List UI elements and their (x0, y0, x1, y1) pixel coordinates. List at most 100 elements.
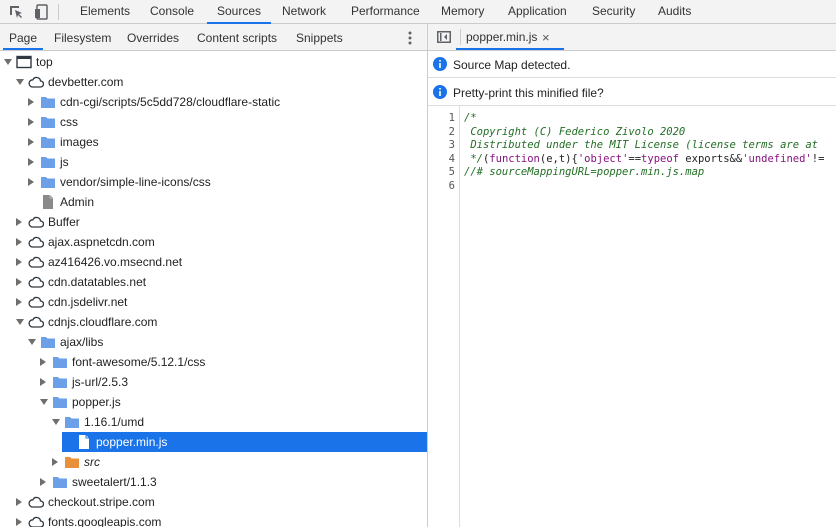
tree-item[interactable]: ajax.aspnetcdn.com (0, 232, 427, 252)
tree-item[interactable]: Buffer (0, 212, 427, 232)
pretty-print-infobar[interactable]: Pretty-print this minified file? (428, 79, 836, 106)
tab-sources[interactable]: Sources (206, 0, 272, 24)
tree-item-label: font-awesome/5.12.1/css (72, 355, 206, 369)
tab-elements[interactable]: Elements (80, 0, 130, 23)
collapse-triangle-icon[interactable] (16, 498, 22, 506)
tree-item-label: devbetter.com (48, 75, 124, 89)
tree-item[interactable]: checkout.stripe.com (0, 492, 427, 512)
folder-icon (52, 474, 68, 490)
editor-tab-separator (460, 29, 461, 45)
tab-application[interactable]: Application (508, 0, 567, 23)
tree-item[interactable]: az416426.vo.msecnd.net (0, 252, 427, 272)
folder-icon (40, 114, 56, 130)
tree-item-label: src (84, 455, 100, 469)
collapse-triangle-icon[interactable] (40, 378, 46, 386)
tree-item[interactable]: cdn-cgi/scripts/5c5dd728/cloudflare-stat… (0, 92, 427, 112)
collapse-triangle-icon[interactable] (28, 138, 34, 146)
tree-item[interactable]: top (0, 52, 427, 72)
expand-triangle-icon[interactable] (52, 419, 60, 425)
folder-orange-icon (64, 454, 80, 470)
tab-audits[interactable]: Audits (658, 0, 691, 23)
cloud-icon (28, 294, 45, 310)
tree-item-label: js (60, 155, 69, 169)
folder-icon (40, 154, 56, 170)
file-tab-label: popper.min.js (466, 30, 538, 44)
tree-item-label: popper.js (72, 395, 121, 409)
cloud-icon (28, 254, 45, 270)
cloud-icon (28, 494, 45, 510)
expand-triangle-icon[interactable] (40, 399, 48, 405)
tab-memory[interactable]: Memory (441, 0, 484, 23)
device-toolbar-icon[interactable] (34, 4, 50, 20)
line-number: 2 (448, 125, 455, 138)
collapse-triangle-icon[interactable] (16, 278, 22, 286)
tab-performance[interactable]: Performance (351, 0, 420, 23)
tree-item[interactable]: sweetalert/1.1.3 (0, 472, 427, 492)
collapse-triangle-icon[interactable] (28, 178, 34, 186)
toggle-navigator-icon[interactable] (437, 31, 451, 43)
collapse-triangle-icon[interactable] (16, 218, 22, 226)
code-editor[interactable]: 123456 /* Copyright (C) Federico Zivolo … (428, 106, 836, 527)
expand-triangle-icon[interactable] (4, 59, 12, 65)
collapse-triangle-icon[interactable] (16, 518, 22, 526)
expand-triangle-icon[interactable] (16, 79, 24, 85)
code-line: */(function(e,t){'object'==typeof export… (464, 152, 825, 165)
tab-security[interactable]: Security (592, 0, 635, 23)
tree-item[interactable]: src (0, 452, 427, 472)
info-icon (433, 85, 447, 99)
collapse-triangle-icon[interactable] (40, 358, 46, 366)
tree-item[interactable]: js (0, 152, 427, 172)
collapse-triangle-icon[interactable] (28, 158, 34, 166)
tree-item[interactable]: Admin (0, 192, 427, 212)
tree-item[interactable]: cdnjs.cloudflare.com (0, 312, 427, 332)
tree-item[interactable]: popper.min.js (62, 432, 427, 452)
line-number: 6 (448, 179, 455, 192)
tree-item-label: top (36, 55, 53, 69)
close-tab-icon[interactable]: × (542, 24, 550, 51)
tree-item-label: css (60, 115, 78, 129)
collapse-triangle-icon[interactable] (16, 258, 22, 266)
navigator-tabs: Page Filesystem Overrides Content scripts Sn… (0, 24, 427, 51)
tree-item[interactable]: images (0, 132, 427, 152)
tree-item[interactable]: js-url/2.5.3 (0, 372, 427, 392)
tree-item[interactable]: fonts.googleapis.com (0, 512, 427, 527)
expand-triangle-icon[interactable] (16, 319, 24, 325)
expand-triangle-icon[interactable] (28, 339, 36, 345)
navigator-tab-content-scripts[interactable]: Content scripts (197, 24, 277, 50)
cloud-icon (28, 74, 45, 90)
navigator-tab-page[interactable]: Page (2, 24, 44, 50)
tree-item[interactable]: css (0, 112, 427, 132)
collapse-triangle-icon[interactable] (52, 458, 58, 466)
tree-item[interactable]: font-awesome/5.12.1/css (0, 352, 427, 372)
tab-console[interactable]: Console (150, 0, 194, 23)
tree-item[interactable]: cdn.datatables.net (0, 272, 427, 292)
navigator-tab-filesystem[interactable]: Filesystem (54, 24, 111, 50)
inspect-element-icon[interactable] (8, 4, 24, 20)
tree-item-label: images (60, 135, 99, 149)
tab-network[interactable]: Network (282, 0, 326, 23)
folder-icon (40, 134, 56, 150)
tree-item[interactable]: devbetter.com (0, 72, 427, 92)
tree-item[interactable]: vendor/simple-line-icons/css (0, 172, 427, 192)
folder-icon (40, 334, 56, 350)
source-map-infobar: Source Map detected. (428, 51, 836, 78)
collapse-triangle-icon[interactable] (40, 478, 46, 486)
tree-item-label: sweetalert/1.1.3 (72, 475, 157, 489)
cloud-icon (28, 274, 45, 290)
collapse-triangle-icon[interactable] (28, 118, 34, 126)
tree-item[interactable]: ajax/libs (0, 332, 427, 352)
tree-item[interactable]: cdn.jsdelivr.net (0, 292, 427, 312)
more-options-icon[interactable] (406, 30, 414, 46)
collapse-triangle-icon[interactable] (28, 98, 34, 106)
tree-item[interactable]: popper.js (0, 392, 427, 412)
info-icon (433, 57, 447, 71)
tree-item-label: ajax.aspnetcdn.com (48, 235, 155, 249)
line-number: 1 (448, 112, 455, 124)
collapse-triangle-icon[interactable] (16, 298, 22, 306)
folder-icon (40, 174, 56, 190)
navigator-tab-snippets[interactable]: Snippets (296, 24, 343, 50)
tree-item[interactable]: 1.16.1/umd (0, 412, 427, 432)
collapse-triangle-icon[interactable] (16, 238, 22, 246)
navigator-tab-overrides[interactable]: Overrides (127, 24, 179, 50)
tree-item-label: cdnjs.cloudflare.com (48, 315, 158, 329)
